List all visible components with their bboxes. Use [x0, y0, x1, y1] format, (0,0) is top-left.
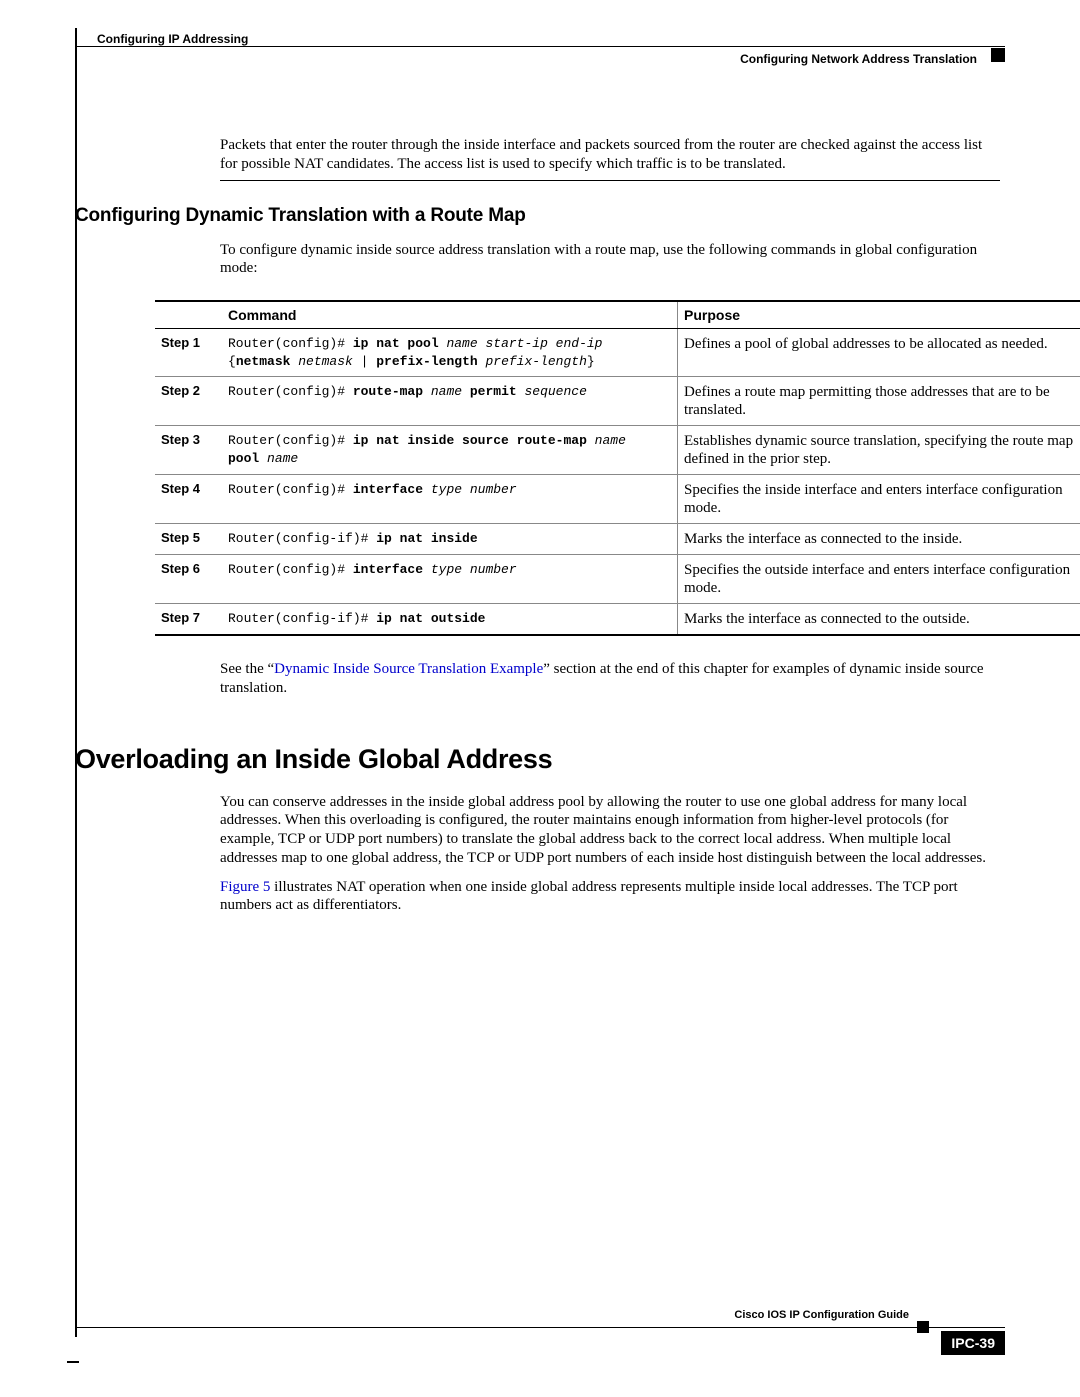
cmd-prompt: Router(config-if)#: [228, 611, 376, 626]
command-cell: Router(config)# ip nat inside source rou…: [222, 426, 678, 475]
purpose-cell: Specifies the inside interface and enter…: [678, 475, 1080, 524]
header-section-title: Configuring Network Address Translation: [740, 52, 977, 66]
cmd-prompt: Router(config)#: [228, 433, 353, 448]
text: illustrates NAT operation when one insid…: [220, 879, 958, 914]
step-label: Step 5: [155, 524, 222, 555]
cmd-arg: type number: [423, 562, 517, 577]
cmd-prompt: Router(config)#: [228, 336, 353, 351]
after-table-paragraph: See the “Dynamic Inside Source Translati…: [220, 660, 1000, 698]
header-square-icon: [991, 48, 1005, 62]
text: See the “: [220, 661, 274, 677]
cmd-prompt: Router(config)#: [228, 384, 353, 399]
step-label: Step 3: [155, 426, 222, 475]
command-cell: Router(config)# interface type number: [222, 475, 678, 524]
cmd-arg: name: [259, 451, 298, 466]
subsection-heading: Configuring Dynamic Translation with a R…: [75, 205, 1000, 227]
cmd-sep: |: [353, 354, 376, 369]
step-label: Step 1: [155, 329, 222, 377]
subsection-intro: To configure dynamic inside source addre…: [220, 241, 1000, 279]
table-row: Step 4 Router(config)# interface type nu…: [155, 475, 1080, 524]
command-cell: Router(config)# ip nat pool name start-i…: [222, 329, 678, 377]
cmd-keyword: interface: [353, 482, 423, 497]
section2-p2: Figure 5 illustrates NAT operation when …: [220, 878, 1000, 916]
page-footer: Cisco IOS IP Configuration Guide IPC-39: [75, 1327, 1005, 1369]
cmd-prompt: Router(config)#: [228, 562, 353, 577]
table-row: Step 3 Router(config)# ip nat inside sou…: [155, 426, 1080, 475]
table-row: Step 2 Router(config)# route-map name pe…: [155, 377, 1080, 426]
cmd-arg: prefix-length: [478, 354, 587, 369]
cmd-keyword: ip nat inside source route-map: [353, 433, 587, 448]
cmd-keyword: netmask: [236, 354, 291, 369]
purpose-cell: Defines a route map permitting those add…: [678, 377, 1080, 426]
header-step-blank: [155, 301, 222, 329]
command-cell: Router(config)# interface type number: [222, 555, 678, 604]
purpose-cell: Defines a pool of global addresses to be…: [678, 329, 1080, 377]
cmd-keyword: route-map: [353, 384, 423, 399]
cmd-keyword: prefix-length: [376, 354, 477, 369]
cmd-keyword: ip nat inside: [376, 531, 477, 546]
table-row: Step 5 Router(config-if)# ip nat inside …: [155, 524, 1080, 555]
page-header: Configuring IP Addressing Configuring Ne…: [75, 28, 1005, 76]
cmd-keyword: pool: [228, 451, 259, 466]
cmd-brace: {: [228, 354, 236, 369]
table-row: Step 1 Router(config)# ip nat pool name …: [155, 329, 1080, 377]
table-row: Step 6 Router(config)# interface type nu…: [155, 555, 1080, 604]
purpose-cell: Specifies the outside interface and ente…: [678, 555, 1080, 604]
purpose-cell: Marks the interface as connected to the …: [678, 604, 1080, 636]
cmd-arg: netmask: [290, 354, 352, 369]
cmd-arg: type number: [423, 482, 517, 497]
xref-link[interactable]: Dynamic Inside Source Translation Exampl…: [274, 661, 543, 677]
header-purpose: Purpose: [678, 301, 1080, 329]
left-margin-rule: [75, 28, 77, 1337]
section-heading: Overloading an Inside Global Address: [75, 744, 1000, 775]
cmd-arg: sequence: [517, 384, 587, 399]
cmd-brace: }: [587, 354, 595, 369]
footer-guide-title: Cisco IOS IP Configuration Guide: [734, 1309, 909, 1321]
cmd-keyword: interface: [353, 562, 423, 577]
cmd-arg: name start-ip end-ip: [439, 336, 603, 351]
step-label: Step 7: [155, 604, 222, 636]
cmd-keyword: permit: [462, 384, 517, 399]
header-chapter-title: Configuring IP Addressing: [97, 32, 248, 46]
figure-link[interactable]: Figure 5: [220, 879, 270, 895]
section2-p1: You can conserve addresses in the inside…: [220, 793, 1000, 868]
step-label: Step 6: [155, 555, 222, 604]
command-cell: Router(config-if)# ip nat inside: [222, 524, 678, 555]
cmd-prompt: Router(config)#: [228, 482, 353, 497]
cmd-arg: name: [587, 433, 626, 448]
header-rule: [75, 46, 1005, 47]
cmd-prompt: Router(config-if)#: [228, 531, 376, 546]
command-cell: Router(config-if)# ip nat outside: [222, 604, 678, 636]
step-label: Step 2: [155, 377, 222, 426]
command-cell: Router(config)# route-map name permit se…: [222, 377, 678, 426]
purpose-cell: Establishes dynamic source translation, …: [678, 426, 1080, 475]
header-command: Command: [222, 301, 678, 329]
divider: [220, 180, 1000, 181]
intro-paragraph: Packets that enter the router through th…: [220, 136, 1000, 174]
step-label: Step 4: [155, 475, 222, 524]
table-row: Step 7 Router(config-if)# ip nat outside…: [155, 604, 1080, 636]
page-number: IPC-39: [941, 1331, 1005, 1355]
footer-rule: [75, 1327, 1005, 1328]
purpose-cell: Marks the interface as connected to the …: [678, 524, 1080, 555]
cmd-keyword: ip nat outside: [376, 611, 485, 626]
left-tick-icon: [67, 1361, 79, 1363]
cmd-keyword: ip nat pool: [353, 336, 439, 351]
cmd-arg: name: [423, 384, 462, 399]
command-table: Command Purpose Step 1 Router(config)# i…: [155, 300, 1080, 636]
